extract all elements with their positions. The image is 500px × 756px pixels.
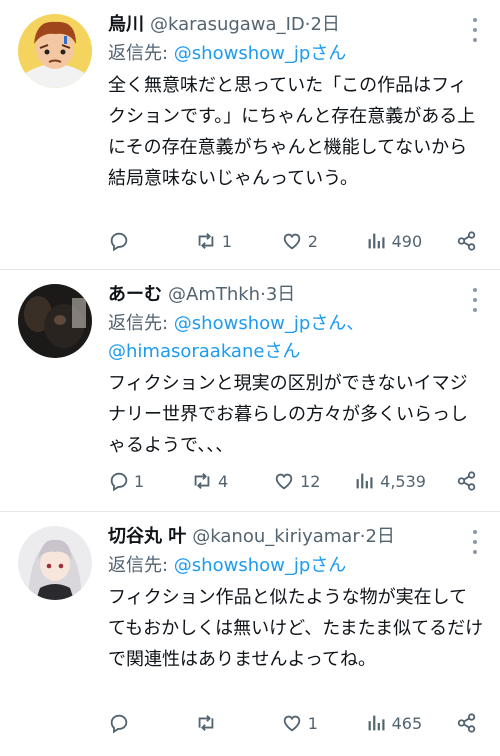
author-name[interactable]: あーむ: [108, 282, 162, 308]
avatar[interactable]: [18, 14, 92, 88]
tweet-text: フィクションと現実の区別ができないイマジナリー世界でお暮らしの方々が多くいらっし…: [108, 373, 468, 456]
retweet-icon: [198, 233, 214, 249]
reply-prefix: 返信先:: [108, 43, 174, 64]
tweet-2[interactable]: あーむ @AmThkh · 3日 返信先: @showshow_jpさん、 @h…: [0, 270, 500, 512]
retweet-count: 4: [218, 471, 229, 491]
like-button[interactable]: 2: [280, 230, 332, 252]
reply-button[interactable]: 1: [108, 470, 160, 492]
author-handle[interactable]: @kanou_kiriyamar: [192, 524, 359, 550]
author-name[interactable]: 切谷丸 叶: [108, 524, 186, 550]
views-icon: [356, 473, 373, 489]
share-button[interactable]: [456, 470, 478, 492]
like-count: 2: [307, 231, 318, 251]
tweet-text: フィクション作品と似たような物が実在しててもおかしくは無いけど、たまたま似てるだ…: [108, 587, 484, 670]
share-icon: [457, 231, 476, 251]
reply-mention-link[interactable]: @showshow_jpさん: [174, 555, 346, 576]
views-count: 465: [391, 713, 423, 733]
like-button[interactable]: 12: [272, 470, 324, 492]
like-icon: [275, 473, 293, 490]
views-button[interactable]: 465: [366, 712, 423, 734]
reply-prefix: 返信先:: [108, 313, 174, 334]
reply-line: 返信先: @showshow_jpさん: [108, 552, 484, 580]
timestamp[interactable]: 2日: [310, 12, 339, 38]
tweet-1[interactable]: 烏川 @karasugawa_ID · 2日 返信先: @showshow_jp…: [0, 0, 500, 270]
more-icon[interactable]: [466, 18, 484, 42]
timestamp[interactable]: 3日: [266, 282, 295, 308]
retweet-button[interactable]: [194, 712, 246, 734]
share-icon: [457, 713, 476, 733]
views-button[interactable]: 490: [366, 230, 423, 252]
retweet-button[interactable]: 1: [194, 230, 246, 252]
like-icon: [283, 233, 300, 250]
tweet-text: 全く無意味だと思っていた「この作品はフィクションです。」にちゃんと存在意義がある…: [108, 75, 476, 189]
author-handle[interactable]: @AmThkh: [168, 282, 260, 308]
reply-count: 1: [134, 471, 145, 491]
views-button[interactable]: 4,539: [354, 470, 426, 492]
share-icon: [457, 471, 476, 491]
avatar[interactable]: [18, 526, 92, 600]
more-icon[interactable]: [466, 288, 484, 312]
like-icon: [283, 715, 300, 732]
retweet-icon: [198, 715, 214, 731]
reply-button[interactable]: [108, 712, 160, 734]
reply-prefix: 返信先:: [108, 555, 174, 576]
share-button[interactable]: [456, 230, 478, 252]
author-handle[interactable]: @karasugawa_ID: [150, 12, 305, 38]
retweet-button[interactable]: 4: [190, 470, 242, 492]
timestamp[interactable]: 2日: [365, 524, 394, 550]
share-button[interactable]: [456, 712, 478, 734]
reply-line: 返信先: @showshow_jpさん、 @himasoraakaneさん: [108, 310, 484, 366]
views-count: 490: [391, 231, 423, 251]
reply-mention-link[interactable]: @showshow_jpさん: [174, 43, 346, 64]
author-name[interactable]: 烏川: [108, 12, 144, 38]
retweet-count: 1: [221, 231, 233, 251]
reply-line: 返信先: @showshow_jpさん: [108, 40, 484, 68]
tweet-3[interactable]: 切谷丸 叶 @kanou_kiriyamar · 2日 返信先: @showsh…: [0, 512, 500, 756]
reply-icon: [110, 232, 128, 252]
reply-mention-link-2[interactable]: @himasoraakaneさん: [108, 341, 300, 362]
retweet-icon: [194, 473, 210, 489]
like-button[interactable]: 1: [280, 712, 332, 734]
avatar[interactable]: [18, 284, 92, 358]
reply-icon: [110, 714, 128, 734]
views-count: 4,539: [380, 471, 426, 491]
like-count: 12: [300, 471, 321, 491]
views-icon: [368, 715, 385, 731]
more-icon[interactable]: [466, 530, 484, 554]
reply-button[interactable]: [108, 230, 160, 252]
reply-mention-link[interactable]: @showshow_jpさん、: [174, 313, 364, 334]
reply-icon: [110, 472, 128, 492]
like-count: 1: [307, 713, 318, 733]
views-icon: [368, 233, 385, 249]
